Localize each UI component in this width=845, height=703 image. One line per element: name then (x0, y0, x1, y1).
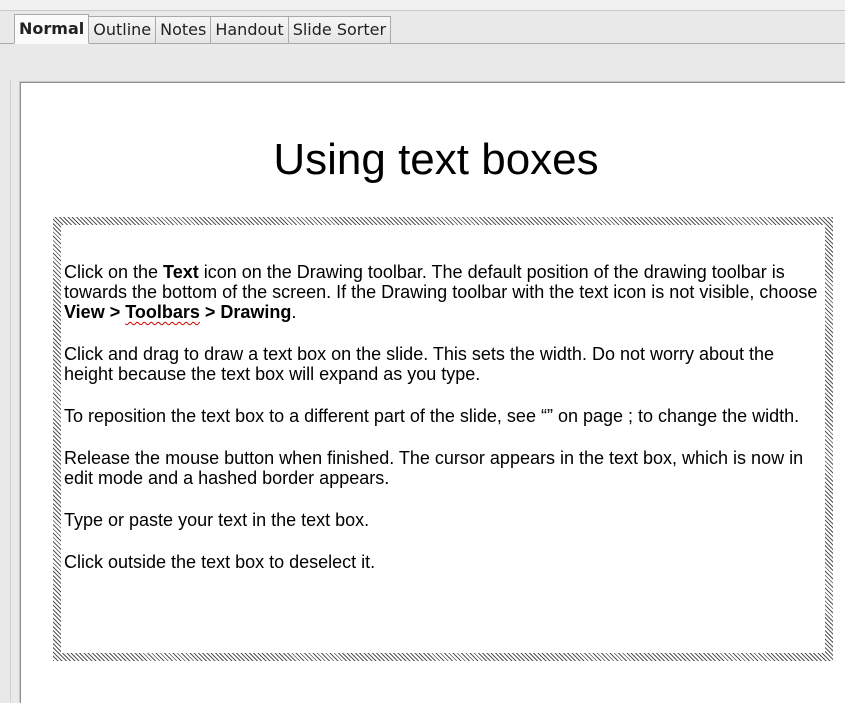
paragraph-2: Click and drag to draw a text box on the… (64, 344, 775, 384)
paragraph-5: Type or paste your text in the text box. (64, 510, 370, 530)
p1-bold-text: Text (163, 262, 199, 282)
tab-handout[interactable]: Handout (210, 16, 289, 44)
p1-bold-toolbars: Toolbars (125, 302, 200, 322)
p1-bold-drawing: > Drawing (199, 302, 292, 322)
view-tabs: Normal Outline Notes Handout Slide Sorte… (14, 14, 392, 44)
toolbar-strip (0, 0, 845, 11)
paragraph-4: Release the mouse button when finished. … (64, 448, 804, 488)
text-box-edit-mode[interactable]: Click on the Text icon on the Drawing to… (53, 217, 833, 661)
paragraph-1: Click on the Text icon on the Drawing to… (64, 262, 823, 322)
tab-slide-sorter[interactable]: Slide Sorter (287, 16, 392, 44)
tab-normal[interactable]: Normal (14, 14, 90, 44)
p1-bold-view: View > (64, 302, 126, 322)
paragraph-3: To reposition the text box to a differen… (64, 406, 800, 426)
slide-canvas[interactable]: Using text boxes Click on the Text icon … (20, 82, 845, 703)
slide-title[interactable]: Using text boxes (21, 135, 845, 185)
p1-text-1: Click on the (64, 262, 164, 282)
paragraph-6: Click outside the text box to deselect i… (64, 552, 376, 572)
text-box-content[interactable]: Click on the Text icon on the Drawing to… (64, 262, 823, 594)
tab-outline[interactable]: Outline (88, 16, 157, 44)
workspace-left-edge (10, 80, 11, 702)
tab-notes[interactable]: Notes (155, 16, 212, 44)
p1-text-3: . (291, 302, 297, 322)
